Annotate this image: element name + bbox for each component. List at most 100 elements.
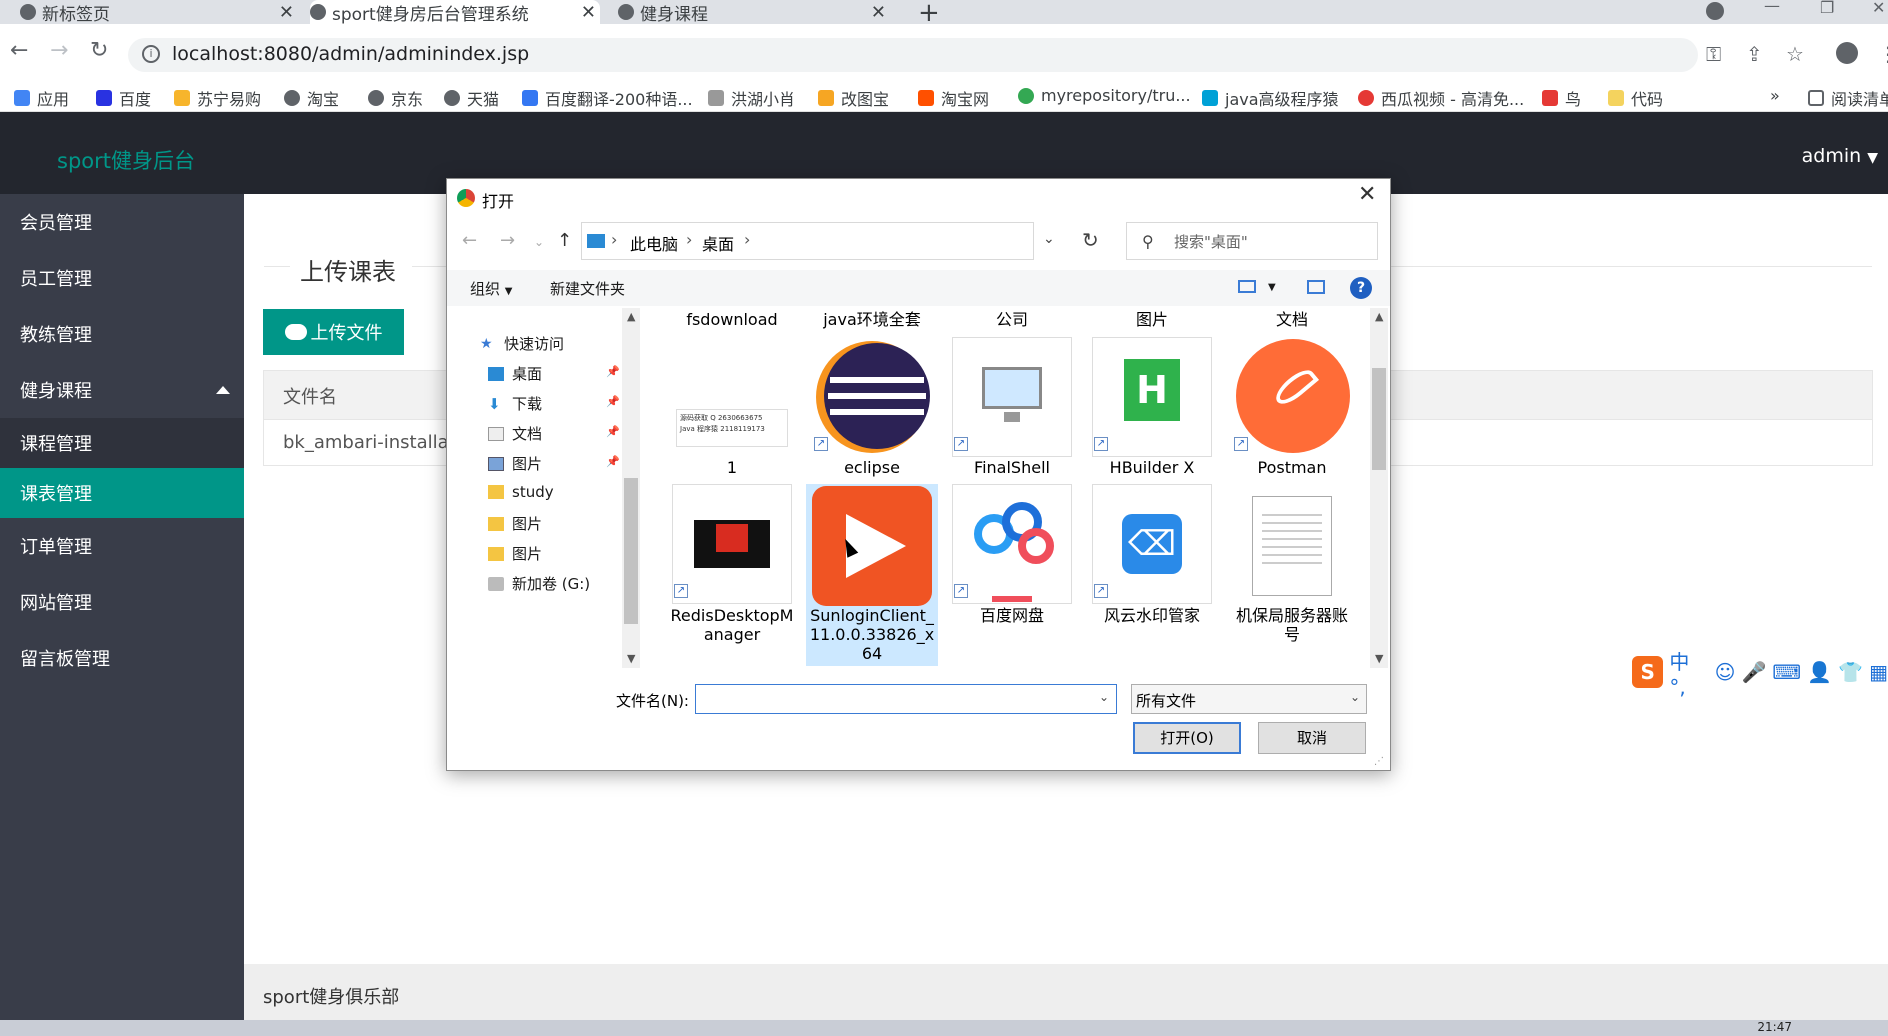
resize-grip-icon[interactable]: ⋰ <box>1374 756 1384 767</box>
microphone-icon[interactable]: 🎤 <box>1742 660 1767 684</box>
view-options-icon[interactable] <box>1238 280 1256 293</box>
file-item-text[interactable] <box>1232 484 1352 604</box>
tab-admin[interactable]: sport健身房后台管理系统 ✕ <box>310 0 600 25</box>
file-label[interactable]: Postman <box>1232 458 1352 477</box>
reload-icon[interactable]: ↻ <box>90 38 108 63</box>
user-icon[interactable]: 👤 <box>1807 660 1832 684</box>
file-label[interactable]: 公司 <box>952 310 1072 329</box>
chevron-down-icon[interactable]: ⌄ <box>1043 231 1055 247</box>
scrollbar-thumb[interactable] <box>624 478 638 624</box>
file-item-postman[interactable]: ↗ <box>1232 337 1352 457</box>
file-item-eclipse[interactable]: ↗ <box>812 337 932 457</box>
recent-dropdown-icon[interactable]: ⌄ <box>534 235 544 249</box>
file-item-watermark[interactable]: ⌫ ↗ <box>1092 484 1212 604</box>
file-label[interactable]: FinalShell <box>952 458 1072 477</box>
file-item-1[interactable]: 源码获取 Q 2630663675 Java 程序猿 2118119173 <box>672 337 792 457</box>
chevron-right-icon[interactable]: › <box>744 230 750 249</box>
up-arrow-icon[interactable]: ↑ <box>557 230 572 251</box>
nav-quick-access[interactable]: ★ 快速访问 <box>480 333 564 354</box>
chevron-down-icon[interactable]: ⌄ <box>1099 690 1109 704</box>
file-item-sunlogin[interactable]: SunloginClient_ 11.0.0.33826_x 64 <box>806 484 938 666</box>
path-desktop[interactable]: 桌面 <box>702 231 734 255</box>
file-label[interactable]: HBuilder X <box>1092 458 1212 477</box>
bookmark-suning[interactable]: 苏宁易购 <box>174 86 261 110</box>
sidebar-item-fitness-courses[interactable]: 健身课程 <box>0 362 244 418</box>
window-close-icon[interactable]: ✕ <box>1872 0 1885 17</box>
file-item-baidu-netdisk[interactable]: ↗ <box>952 484 1072 604</box>
profile-dropdown-icon[interactable] <box>1706 2 1724 20</box>
help-icon[interactable]: ? <box>1350 277 1372 299</box>
skin-icon[interactable]: 👕 <box>1838 660 1863 684</box>
bookmark-jd[interactable]: 京东 <box>368 86 423 110</box>
scrollbar-thumb[interactable] <box>1372 368 1386 470</box>
bookmark-bird[interactable]: 鸟 <box>1542 86 1581 110</box>
sidebar-item-members[interactable]: 会员管理 <box>0 194 244 250</box>
sidebar-item-message-board[interactable]: 留言板管理 <box>0 630 244 686</box>
nav-drive-g[interactable]: 新加卷 (G:) <box>488 573 590 594</box>
key-icon[interactable]: ⚿ <box>1706 42 1721 66</box>
tab-fitness-course[interactable]: 健身课程 ✕ <box>618 0 890 25</box>
sidebar-item-orders[interactable]: 订单管理 <box>0 518 244 574</box>
nav-pictures[interactable]: 图片 <box>488 453 542 474</box>
bookmark-code[interactable]: 代码 <box>1608 86 1663 110</box>
nav-desktop[interactable]: 桌面 <box>488 363 542 384</box>
close-icon[interactable]: ✕ <box>581 2 596 23</box>
sidebar-item-course-management[interactable]: 课程管理 <box>0 418 244 468</box>
more-bookmarks-icon[interactable]: » <box>1770 86 1780 105</box>
file-label[interactable]: 百度网盘 <box>952 606 1072 625</box>
bookmark-gaitubao[interactable]: 改图宝 <box>818 86 889 110</box>
file-label[interactable]: eclipse <box>812 458 932 477</box>
nav-scrollbar[interactable] <box>622 308 640 668</box>
bookmark-myrepository[interactable]: myrepository/tru... <box>1018 86 1191 105</box>
bookmark-honghu[interactable]: 洪湖小肖 <box>708 86 795 110</box>
info-icon[interactable]: i <box>142 45 160 63</box>
organize-button[interactable]: 组织 ▼ <box>470 278 513 299</box>
scroll-down-icon[interactable]: ▼ <box>1375 652 1383 665</box>
app-brand[interactable]: sport健身后台 <box>57 145 195 175</box>
bookmark-apps[interactable]: 应用 <box>14 86 69 110</box>
new-folder-button[interactable]: 新建文件夹 <box>550 278 625 299</box>
sidebar-item-website[interactable]: 网站管理 <box>0 574 244 630</box>
bookmark-taobaowang[interactable]: 淘宝网 <box>918 86 989 110</box>
nav-documents[interactable]: 文档 <box>488 423 542 444</box>
menu-icon[interactable]: ⋮ <box>1878 42 1888 66</box>
file-item-hbuilder[interactable]: H ↗ <box>1092 337 1212 457</box>
grid-icon[interactable]: ▦ <box>1869 660 1888 684</box>
filename-input[interactable] <box>695 684 1117 714</box>
reading-list[interactable]: 阅读清单 <box>1808 86 1888 110</box>
file-item-redis[interactable]: ↗ <box>672 484 792 604</box>
path-this-pc[interactable]: 此电脑 <box>630 231 678 255</box>
close-icon[interactable]: ✕ <box>871 2 886 23</box>
file-label[interactable]: 1 <box>672 458 792 477</box>
filetype-value[interactable]: 所有文件 <box>1136 690 1196 711</box>
search-input[interactable] <box>1126 222 1378 260</box>
minimize-icon[interactable]: — <box>1764 0 1780 15</box>
bookmark-taobao[interactable]: 淘宝 <box>284 86 339 110</box>
url-text[interactable]: localhost:8080/admin/adminindex.jsp <box>172 43 529 65</box>
bookmark-tmall[interactable]: 天猫 <box>444 86 499 110</box>
sidebar-item-staff[interactable]: 员工管理 <box>0 250 244 306</box>
sidebar-item-schedule-management[interactable]: 课表管理 <box>0 468 244 518</box>
files-scrollbar[interactable] <box>1370 308 1388 668</box>
file-label[interactable]: java环境全套 <box>812 310 932 329</box>
open-button[interactable]: 打开(O) <box>1133 722 1241 754</box>
clock[interactable]: 21:47 <box>1757 1020 1792 1034</box>
close-icon[interactable]: ✕ <box>279 2 294 23</box>
nav-folder-study[interactable]: study <box>488 483 554 501</box>
back-icon[interactable]: ← <box>10 38 28 63</box>
bookmark-baidu[interactable]: 百度 <box>96 86 151 110</box>
ime-toolbar[interactable]: S 中 °, ☺ 🎤 ⌨ 👤 👕 ▦ <box>1632 650 1888 699</box>
file-label[interactable]: 风云水印管家 <box>1092 606 1212 625</box>
preview-pane-icon[interactable] <box>1307 280 1325 294</box>
chevron-right-icon[interactable]: › <box>611 230 617 249</box>
bookmark-xigua[interactable]: 西瓜视频 - 高清免... <box>1358 86 1524 110</box>
emoji-icon[interactable]: ☺ <box>1715 660 1736 684</box>
sidebar-item-coaches[interactable]: 教练管理 <box>0 306 244 362</box>
back-icon[interactable]: ← <box>462 230 477 251</box>
chevron-right-icon[interactable]: › <box>686 230 692 249</box>
account-icon[interactable] <box>1836 42 1858 64</box>
keyboard-icon[interactable]: ⌨ <box>1772 660 1801 684</box>
scroll-up-icon[interactable]: ▲ <box>1375 310 1383 323</box>
file-item-finalshell[interactable]: ↗ <box>952 337 1072 457</box>
file-label[interactable]: fsdownload <box>672 310 792 329</box>
